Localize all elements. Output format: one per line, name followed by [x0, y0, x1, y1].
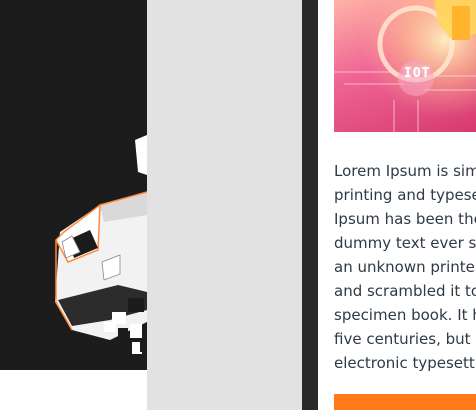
- article-body-text: Lorem Ipsum is sim printing and typese I…: [334, 159, 476, 375]
- gray-divider-panel: [147, 0, 302, 410]
- article-line: five centuries, but a: [334, 330, 476, 348]
- article-line: and scrambled it to: [334, 282, 476, 300]
- article-line: printing and typese: [334, 186, 476, 204]
- article-line: electronic typesett: [334, 354, 475, 372]
- read-more-button[interactable]: [334, 394, 476, 410]
- article-hero-image[interactable]: IOT: [334, 0, 476, 132]
- article-line: dummy text ever si: [334, 234, 476, 252]
- dark-divider-panel: [302, 0, 318, 410]
- article-line: specimen book. It h: [334, 306, 476, 324]
- article-line: an unknown printer: [334, 258, 476, 276]
- pixel-art-graphic: [55, 135, 147, 354]
- article-line: Ipsum has been the: [334, 210, 476, 228]
- left-artwork-panel: [0, 0, 147, 370]
- hero-iot-label: IOT: [404, 66, 431, 81]
- article-line: Lorem Ipsum is sim: [334, 162, 476, 180]
